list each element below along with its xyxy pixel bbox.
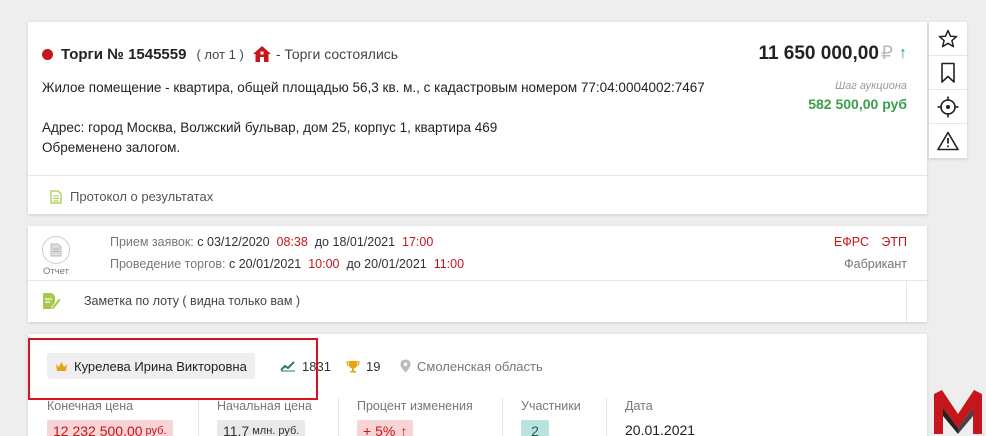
change-value: + 5%	[363, 423, 396, 436]
location-pin-icon	[400, 359, 411, 373]
auction-to-date: 20/01/2021	[364, 257, 427, 271]
final-price-unit: руб.	[145, 425, 167, 436]
start-price-value: 11,7	[223, 423, 250, 436]
wins-value: 19	[366, 358, 381, 374]
document-icon	[50, 189, 62, 204]
bookmark-icon	[941, 62, 955, 83]
edit-note-icon	[43, 293, 62, 310]
etp-link[interactable]: ЭТП	[881, 235, 907, 249]
final-price-badge: 12 232 500,00 руб.	[47, 420, 173, 436]
lot-title[interactable]: Торги № 1545559	[61, 46, 186, 63]
report-icon	[50, 243, 62, 257]
auction-label: Проведение торгов:	[110, 257, 226, 271]
platform-name: Фабрикант	[844, 257, 907, 271]
report-button[interactable]: Отчет	[40, 236, 72, 277]
divider	[338, 398, 339, 436]
date-label: Дата	[625, 399, 653, 413]
auction-status: - Торги состоялись	[275, 46, 399, 62]
auction-step-value: 582 500,00 руб	[808, 96, 907, 112]
lot-number: ( лот 1 )	[196, 46, 244, 62]
start-price-label: Начальная цена	[217, 399, 312, 413]
participants-value: 2	[531, 423, 539, 436]
lot-title-row: Торги № 1545559 ( лот 1 ) - Торги состоя…	[42, 44, 398, 64]
lot-card: Торги № 1545559 ( лот 1 ) - Торги состоя…	[28, 22, 927, 214]
applications-label: Прием заявок:	[110, 235, 194, 249]
divider	[502, 398, 503, 436]
arrow-up-icon: ↑	[899, 44, 907, 62]
lot-address: Адрес: город Москва, Волжский бульвар, д…	[42, 120, 498, 135]
auction-to-word: до	[346, 257, 361, 271]
report-icon-circle	[42, 236, 70, 264]
auction-from-time: 10:00	[308, 257, 340, 271]
applications-from-word: с	[197, 235, 204, 249]
winner-region: Смоленская область	[400, 353, 543, 379]
final-price-label: Конечная цена	[47, 399, 134, 413]
auction-step-label: Шаг аукциона	[835, 80, 907, 92]
side-toolbar	[929, 22, 967, 158]
applications-to-word: до	[314, 235, 330, 249]
winner-wins: 19	[346, 353, 380, 379]
change-badge: + 5% ↑	[357, 420, 414, 436]
auction-date: 20.01.2021	[625, 422, 696, 436]
participants-badge[interactable]: 2	[521, 420, 549, 436]
auction-from-date: 20/01/2021	[238, 257, 302, 271]
divider	[198, 398, 199, 436]
lot-address-block: Адрес: город Москва, Волжский бульвар, д…	[42, 118, 497, 158]
lot-encumbrance: Обременено залогом.	[42, 140, 181, 155]
warning-icon	[937, 131, 959, 151]
efrs-link[interactable]: ЕФРС	[834, 235, 869, 249]
star-icon	[938, 29, 958, 47]
price-value: 11 650 000,00	[758, 42, 879, 64]
site-logo	[934, 390, 982, 434]
protocol-link[interactable]: Протокол о результатах	[50, 189, 213, 204]
report-label: Отчет	[42, 266, 69, 277]
applications-from-time: 08:38	[276, 235, 308, 249]
auction-period: Проведение торгов: с 20/01/2021 10:00 до…	[110, 257, 464, 271]
protocol-link-label: Протокол о результатах	[70, 189, 214, 204]
favorite-button[interactable]	[929, 22, 967, 56]
highlight-box	[28, 338, 318, 400]
schedule-card: Отчет Прием заявок: с 03/12/2020 08:38 д…	[28, 226, 927, 322]
start-price-unit: млн. руб.	[252, 425, 300, 436]
applications-period: Прием заявок: с 03/12/2020 08:38 до 18/0…	[110, 235, 433, 249]
lot-note-field[interactable]: Заметка по лоту ( видна только вам )	[42, 292, 300, 310]
house-icon	[252, 46, 271, 62]
divider	[606, 398, 607, 436]
change-label: Процент изменения	[357, 399, 473, 413]
arrow-up-icon: ↑	[400, 423, 408, 436]
divider	[28, 175, 927, 176]
trophy-icon	[346, 360, 360, 372]
applications-from-date: 03/12/2020	[207, 235, 270, 249]
bookmark-button[interactable]	[929, 56, 967, 90]
participants-label: Участники	[521, 399, 581, 413]
auction-from-word: с	[228, 257, 236, 271]
note-placeholder: Заметка по лоту ( видна только вам )	[84, 294, 301, 308]
report-issue-button[interactable]	[929, 124, 967, 158]
divider	[28, 280, 927, 281]
target-icon	[937, 96, 959, 117]
final-price-value: 12 232 500,00	[53, 423, 143, 436]
lot-price: 11 650 000,00 ₽ ↑	[758, 42, 907, 65]
auction-to-time: 11:00	[433, 257, 465, 271]
region-name: Смоленская область	[417, 358, 543, 374]
ruble-icon: ₽	[880, 43, 893, 64]
divider	[906, 280, 907, 322]
applications-to-date: 18/01/2021	[332, 235, 396, 249]
start-price-badge: 11,7 млн. руб.	[217, 420, 306, 436]
status-dot-icon	[42, 48, 53, 60]
applications-to-time: 17:00	[402, 235, 434, 249]
locate-button[interactable]	[929, 90, 967, 124]
lot-description: Жилое помещение - квартира, общей площад…	[42, 80, 705, 95]
